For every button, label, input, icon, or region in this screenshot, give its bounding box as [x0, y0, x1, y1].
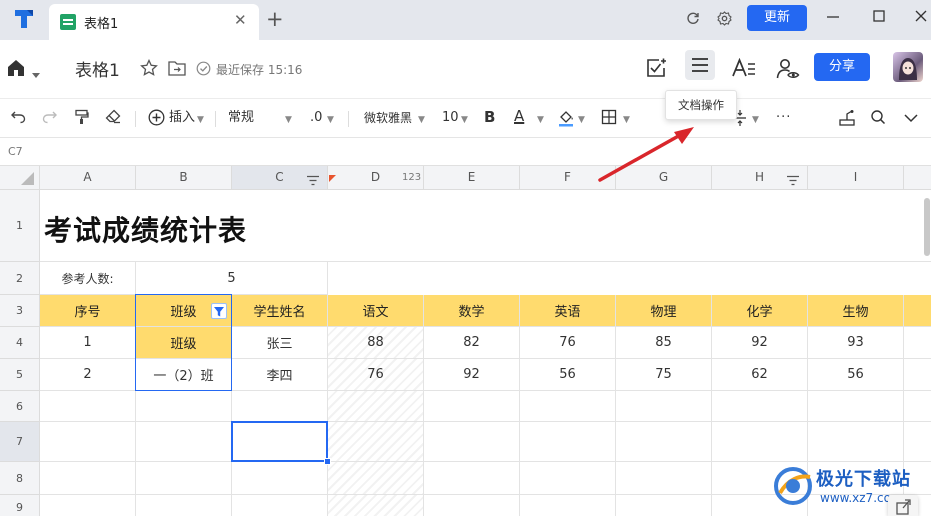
header-cell-i[interactable]: 生物 [808, 295, 904, 327]
row-header-9[interactable]: 9 [0, 495, 40, 516]
header-cell-h[interactable]: 化学 [712, 295, 808, 327]
data-cell-i5[interactable]: 56 [808, 359, 904, 391]
empty-cell-e7[interactable] [424, 422, 520, 462]
row-header-1[interactable]: 1 [0, 190, 40, 262]
row-header-8[interactable]: 8 [0, 462, 40, 495]
empty-cell-b7[interactable] [136, 422, 232, 462]
data-cell-b4[interactable]: 班级 [136, 327, 232, 359]
empty-cell-d9[interactable] [328, 495, 424, 516]
number-format-badge: 123 [402, 172, 422, 183]
empty-cell-f7[interactable] [520, 422, 616, 462]
data-cell-b5[interactable]: 一（2）班 [136, 359, 232, 391]
header-cell-a[interactable]: 序号 [40, 295, 136, 327]
data-cell-j5[interactable] [904, 359, 931, 391]
empty-cell-e9[interactable] [424, 495, 520, 516]
empty-cell-j6[interactable] [904, 391, 931, 422]
empty-cell-g7[interactable] [616, 422, 712, 462]
empty-cell-c8[interactable] [232, 462, 328, 495]
empty-cell-c6[interactable] [232, 391, 328, 422]
empty-cell-h6[interactable] [712, 391, 808, 422]
fill-handle[interactable] [324, 458, 331, 465]
empty-cell-a7[interactable] [40, 422, 136, 462]
empty-cell-b8[interactable] [136, 462, 232, 495]
comment-marker [329, 167, 336, 186]
empty-cell-d7[interactable] [328, 422, 424, 462]
data-cell-h5[interactable]: 62 [712, 359, 808, 391]
column-d-label: D [370, 170, 381, 184]
header-cell-j[interactable] [904, 295, 931, 327]
empty-cell-h7[interactable] [712, 422, 808, 462]
data-cell-a4[interactable]: 1 [40, 327, 136, 359]
watermark-text: 极光下载站 [816, 469, 911, 490]
data-cell-f4[interactable]: 76 [520, 327, 616, 359]
bottom-share-button[interactable] [888, 495, 918, 516]
data-cell-c4[interactable]: 张三 [232, 327, 328, 359]
column-c-filter-icon[interactable] [306, 172, 320, 191]
data-cell-e5[interactable]: 92 [424, 359, 520, 391]
data-cell-d5[interactable]: 76 [328, 359, 424, 391]
column-header-e[interactable]: E [424, 166, 520, 190]
header-cell-d[interactable]: 语文 [328, 295, 424, 327]
empty-cell-i6[interactable] [808, 391, 904, 422]
empty-cell-e6[interactable] [424, 391, 520, 422]
active-cell-c7[interactable] [231, 421, 328, 462]
watermark-logo-icon [774, 467, 812, 505]
empty-cell-e8[interactable] [424, 462, 520, 495]
participants-label-cell[interactable]: 参考人数: [40, 262, 136, 295]
row-header-4[interactable]: 4 [0, 327, 40, 359]
empty-cell-g9[interactable] [616, 495, 712, 516]
column-header-j[interactable] [904, 166, 931, 190]
annotation-arrow [598, 127, 694, 182]
empty-cell-f8[interactable] [520, 462, 616, 495]
header-cell-g[interactable]: 物理 [616, 295, 712, 327]
sheet-title: 考试成绩统计表 [44, 214, 248, 247]
column-h-filter-icon[interactable] [786, 172, 800, 191]
row-header-5[interactable]: 5 [0, 359, 40, 391]
empty-cell-a9[interactable] [40, 495, 136, 516]
row-header-7[interactable]: 7 [0, 422, 40, 462]
empty-cell-c9[interactable] [232, 495, 328, 516]
column-filter-icon[interactable] [211, 303, 227, 319]
empty-cell-b9[interactable] [136, 495, 232, 516]
document-operations-tooltip: 文档操作 [665, 90, 737, 120]
column-h-label: H [754, 170, 765, 184]
data-cell-e4[interactable]: 82 [424, 327, 520, 359]
data-cell-f5[interactable]: 56 [520, 359, 616, 391]
column-c-label: C [275, 170, 284, 184]
empty-cell-g8[interactable] [616, 462, 712, 495]
row-header-6[interactable]: 6 [0, 391, 40, 422]
row-header-3[interactable]: 3 [0, 295, 40, 327]
header-cell-c[interactable]: 学生姓名 [232, 295, 328, 327]
empty-cell-d8[interactable] [328, 462, 424, 495]
empty-cell-j7[interactable] [904, 422, 931, 462]
data-cell-i4[interactable]: 93 [808, 327, 904, 359]
data-cell-a5[interactable]: 2 [40, 359, 136, 391]
participants-value-cell[interactable]: 5 [136, 262, 328, 295]
vertical-scrollbar-thumb[interactable] [924, 198, 930, 256]
data-cell-c5[interactable]: 李四 [232, 359, 328, 391]
column-header-i[interactable]: I [808, 166, 904, 190]
column-header-b[interactable]: B [136, 166, 232, 190]
data-cell-h4[interactable]: 92 [712, 327, 808, 359]
data-cell-g4[interactable]: 85 [616, 327, 712, 359]
empty-cell-d6[interactable] [328, 391, 424, 422]
empty-cell-g6[interactable] [616, 391, 712, 422]
header-cell-f[interactable]: 英语 [520, 295, 616, 327]
empty-cell-f6[interactable] [520, 391, 616, 422]
empty-cell-a8[interactable] [40, 462, 136, 495]
empty-cell-a6[interactable] [40, 391, 136, 422]
empty-cell-i7[interactable] [808, 422, 904, 462]
row-header-2[interactable]: 2 [0, 262, 40, 295]
data-cell-j4[interactable] [904, 327, 931, 359]
column-header-a[interactable]: A [40, 166, 136, 190]
empty-cell-b6[interactable] [136, 391, 232, 422]
select-all-corner[interactable] [0, 166, 40, 190]
spreadsheet-grid: A B C D 123 E F G H I 1 2 3 4 5 6 7 8 9 … [0, 0, 931, 516]
data-cell-g5[interactable]: 75 [616, 359, 712, 391]
data-cell-d4[interactable]: 88 [328, 327, 424, 359]
empty-cell-f9[interactable] [520, 495, 616, 516]
header-cell-e[interactable]: 数学 [424, 295, 520, 327]
